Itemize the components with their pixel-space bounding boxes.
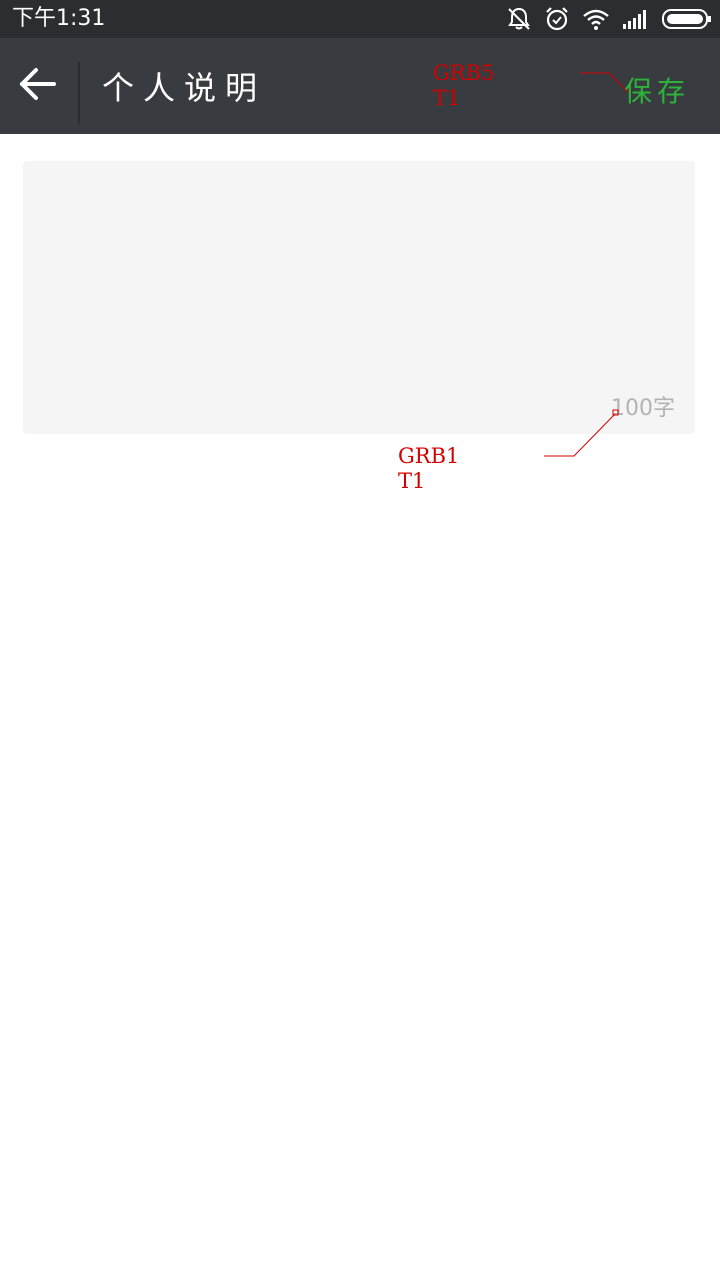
page-title: 个人说明 — [102, 69, 267, 107]
signal-icon — [622, 8, 650, 30]
battery-icon — [662, 8, 712, 30]
status-bar: 下午1:31 — [0, 0, 720, 38]
annotation-save: GRB5 T1 — [433, 61, 495, 110]
status-time: 下午1:31 — [12, 6, 106, 31]
status-icons — [506, 4, 712, 34]
save-button[interactable]: 保存 — [624, 72, 690, 112]
description-input[interactable] — [23, 161, 695, 434]
app-bar-divider — [78, 62, 80, 124]
back-button[interactable] — [0, 38, 76, 134]
annotation-char-limit: GRB1 T1 — [398, 444, 460, 493]
back-arrow-icon — [18, 66, 58, 106]
alarm-icon — [544, 6, 570, 32]
app-bar: 个人说明 保存 — [0, 38, 720, 134]
bell-muted-icon — [506, 6, 532, 32]
description-box: 100字 — [23, 161, 695, 434]
wifi-icon — [582, 7, 610, 31]
char-limit-label: 100字 — [611, 396, 675, 421]
